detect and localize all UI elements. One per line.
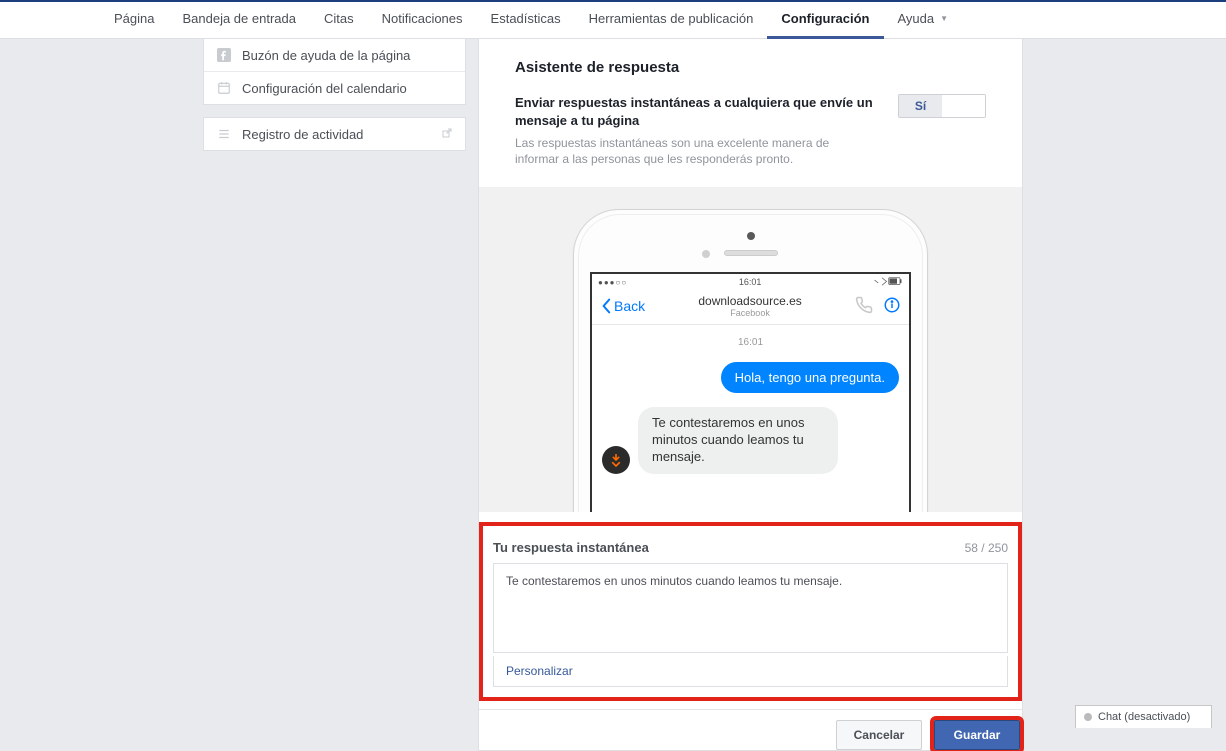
conversation-header: Back downloadsource.es Facebook (592, 290, 909, 325)
chat-dock[interactable]: Chat (desactivado) (1075, 705, 1212, 728)
list-icon (216, 126, 232, 142)
sidebar-panel: Buzón de ayuda de la página Configuració… (203, 39, 466, 105)
chevron-down-icon: ▼ (940, 14, 948, 23)
toggle-off-label (942, 95, 985, 117)
instant-reply-toggle[interactable]: Sí (898, 94, 986, 118)
signal-icon: ●●●○○ (598, 278, 627, 287)
incoming-message: Te contestaremos en unos minutos cuando … (638, 407, 838, 474)
action-buttons: Cancelar Guardar (479, 720, 1022, 750)
nav-publishing[interactable]: Herramientas de publicación (575, 2, 768, 39)
calendar-icon (216, 80, 232, 96)
editor-title: Tu respuesta instantánea (493, 540, 649, 555)
sidebar-item-help-inbox[interactable]: Buzón de ayuda de la página (204, 39, 465, 72)
toggle-on-label: Sí (899, 95, 942, 117)
back-button[interactable]: Back (600, 298, 645, 314)
nav-inbox[interactable]: Bandeja de entrada (168, 2, 309, 39)
nav-settings[interactable]: Configuración (767, 2, 883, 39)
instant-reply-textarea[interactable] (493, 563, 1008, 653)
phone-sensor-icon (702, 250, 710, 258)
char-count: 58 / 250 (965, 541, 1008, 555)
nav-stats[interactable]: Estadísticas (477, 2, 575, 39)
conversation-body: 16:01 Hola, tengo una pregunta. Te conte… (592, 325, 909, 486)
nav-label: Página (114, 11, 154, 26)
section-title: Asistente de respuesta (479, 39, 1022, 94)
phone-screen: ●●●○○ 16:01 Back downloadsource.es (590, 272, 911, 512)
phone-icon (855, 296, 873, 317)
back-label: Back (614, 298, 645, 314)
outgoing-message: Hola, tengo una pregunta. (721, 362, 899, 393)
chat-dock-label: Chat (desactivado) (1098, 711, 1190, 723)
nav-pagina[interactable]: Página (100, 2, 168, 39)
battery-icon (873, 277, 903, 288)
nav-label: Notificaciones (382, 11, 463, 26)
sidebar-item-activity-log[interactable]: Registro de actividad (204, 118, 465, 150)
facebook-icon (216, 47, 232, 63)
phone-camera-icon (747, 232, 755, 240)
setting-description: Las respuestas instantáneas son una exce… (515, 135, 855, 167)
phone-speaker-icon (724, 250, 778, 256)
save-button[interactable]: Guardar (934, 720, 1020, 750)
nav-notifications[interactable]: Notificaciones (368, 2, 477, 39)
info-icon (883, 296, 901, 317)
sidebar-item-label: Registro de actividad (242, 127, 363, 142)
conversation-title: downloadsource.es (645, 294, 855, 308)
setting-heading: Enviar respuestas instantáneas a cualqui… (515, 94, 888, 129)
status-time: 16:01 (739, 277, 762, 287)
nav-label: Configuración (781, 11, 869, 26)
nav-label: Citas (324, 11, 354, 26)
sidebar-item-label: Buzón de ayuda de la página (242, 48, 410, 63)
avatar (602, 446, 630, 474)
sidebar-item-label: Configuración del calendario (242, 81, 407, 96)
sidebar-panel: Registro de actividad (203, 117, 466, 151)
cancel-button[interactable]: Cancelar (836, 720, 922, 750)
chevron-left-icon (600, 298, 612, 314)
download-arrow-icon (608, 452, 624, 468)
phone-mock: ●●●○○ 16:01 Back downloadsource.es (573, 209, 928, 512)
phone-preview-area: ●●●○○ 16:01 Back downloadsource.es (479, 187, 1022, 512)
conversation-subtitle: Facebook (645, 308, 855, 318)
main-content: Asistente de respuesta Enviar respuestas… (478, 39, 1023, 751)
nav-label: Ayuda (898, 11, 935, 26)
sidebar-item-calendar[interactable]: Configuración del calendario (204, 72, 465, 104)
nav-citas[interactable]: Citas (310, 2, 368, 39)
nav-label: Estadísticas (491, 11, 561, 26)
instant-reply-editor-block: Tu respuesta instantánea 58 / 250 Person… (479, 522, 1022, 701)
nav-help[interactable]: Ayuda ▼ (884, 2, 963, 39)
nav-label: Herramientas de publicación (589, 11, 754, 26)
external-link-icon (441, 127, 453, 142)
personalize-link[interactable]: Personalizar (493, 656, 1008, 687)
message-timestamp: 16:01 (602, 337, 899, 348)
status-bar: ●●●○○ 16:01 (592, 274, 909, 290)
top-nav: Página Bandeja de entrada Citas Notifica… (0, 0, 1226, 39)
sidebar: Buzón de ayuda de la página Configuració… (203, 39, 466, 163)
nav-label: Bandeja de entrada (182, 11, 295, 26)
